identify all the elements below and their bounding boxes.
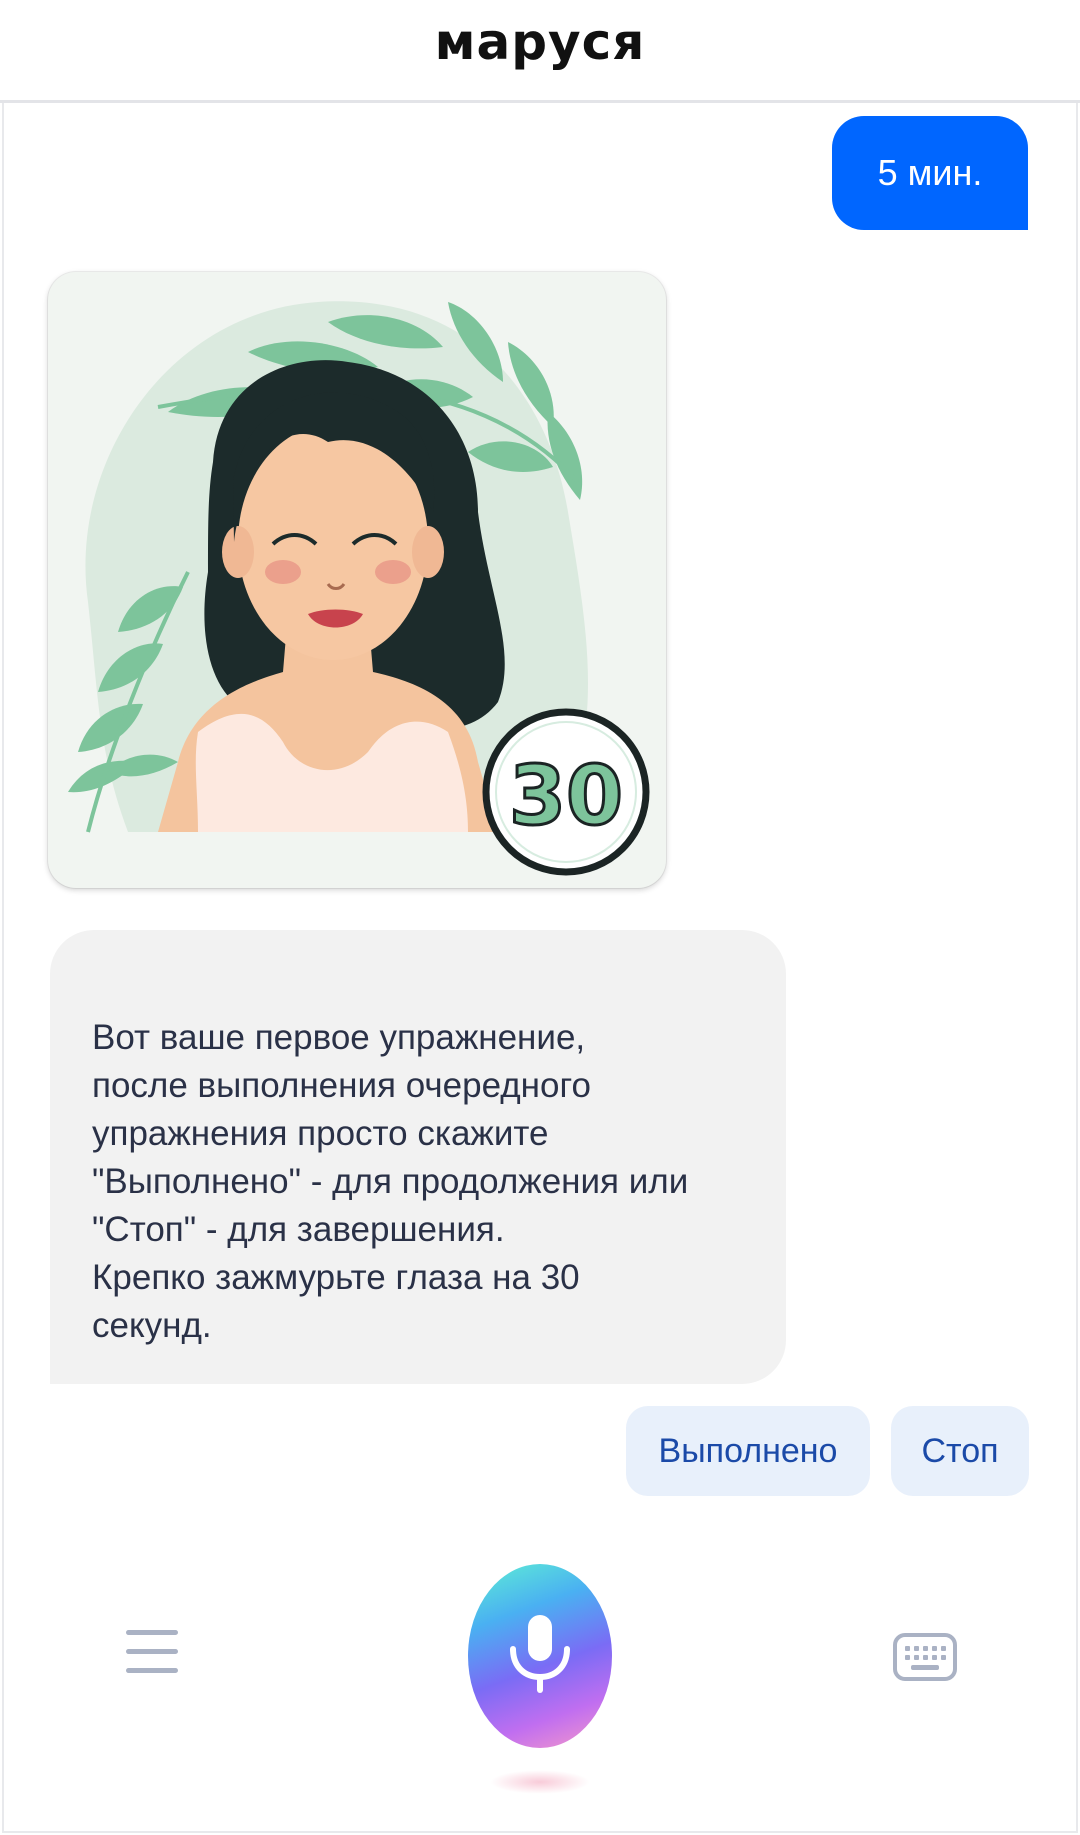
user-message-text: 5 мин. <box>877 152 983 193</box>
keyboard-icon[interactable] <box>892 1632 958 1684</box>
microphone-icon <box>510 1615 570 1693</box>
user-message-bubble: 5 мин. <box>832 116 1028 230</box>
mic-glow <box>490 1770 590 1794</box>
app-title: маруся <box>434 13 646 71</box>
exercise-illustration: 30 <box>68 301 650 876</box>
bot-message-bubble: Вот ваше первое упражнение, после выполн… <box>50 930 786 1384</box>
bot-message-text: Вот ваше первое упражнение, после выполн… <box>92 1018 689 1345</box>
hamburger-menu-icon[interactable] <box>126 1630 180 1674</box>
suggestion-done-label: Выполнено <box>658 1431 838 1470</box>
microphone-button[interactable] <box>468 1564 612 1748</box>
suggestion-stop-button[interactable]: Стоп <box>891 1406 1029 1496</box>
badge-number: 30 <box>509 749 623 844</box>
app-header: маруся <box>0 0 1080 103</box>
bot-image-card[interactable]: 30 <box>48 272 666 888</box>
suggestion-stop-label: Стоп <box>921 1431 999 1470</box>
suggestion-done-button[interactable]: Выполнено <box>626 1406 870 1496</box>
